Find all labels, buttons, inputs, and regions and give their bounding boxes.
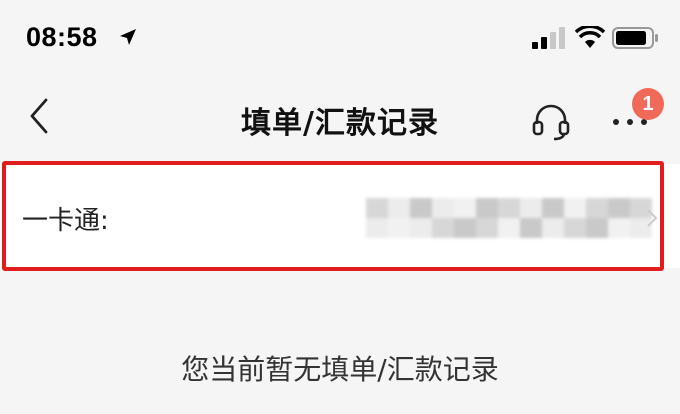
card-select-row[interactable]: 一卡通:: [0, 164, 680, 268]
notification-badge: 1: [632, 88, 664, 120]
status-time: 08:58: [26, 22, 98, 52]
card-number-blurred: [366, 198, 652, 238]
status-bar: 08:58: [0, 0, 680, 76]
card-label: 一卡通:: [22, 206, 109, 236]
headset-icon[interactable]: [530, 100, 572, 142]
wifi-icon: [575, 26, 605, 48]
battery-icon: [612, 27, 658, 49]
signal-icon: [532, 27, 565, 49]
empty-state-message: 您当前暂无填单/汇款记录: [181, 353, 499, 386]
page-title: 填单/汇款记录: [241, 106, 439, 141]
chevron-right-icon: [647, 209, 658, 227]
nav-bar: 填单/汇款记录: [0, 76, 680, 160]
location-arrow-icon: [120, 29, 136, 45]
